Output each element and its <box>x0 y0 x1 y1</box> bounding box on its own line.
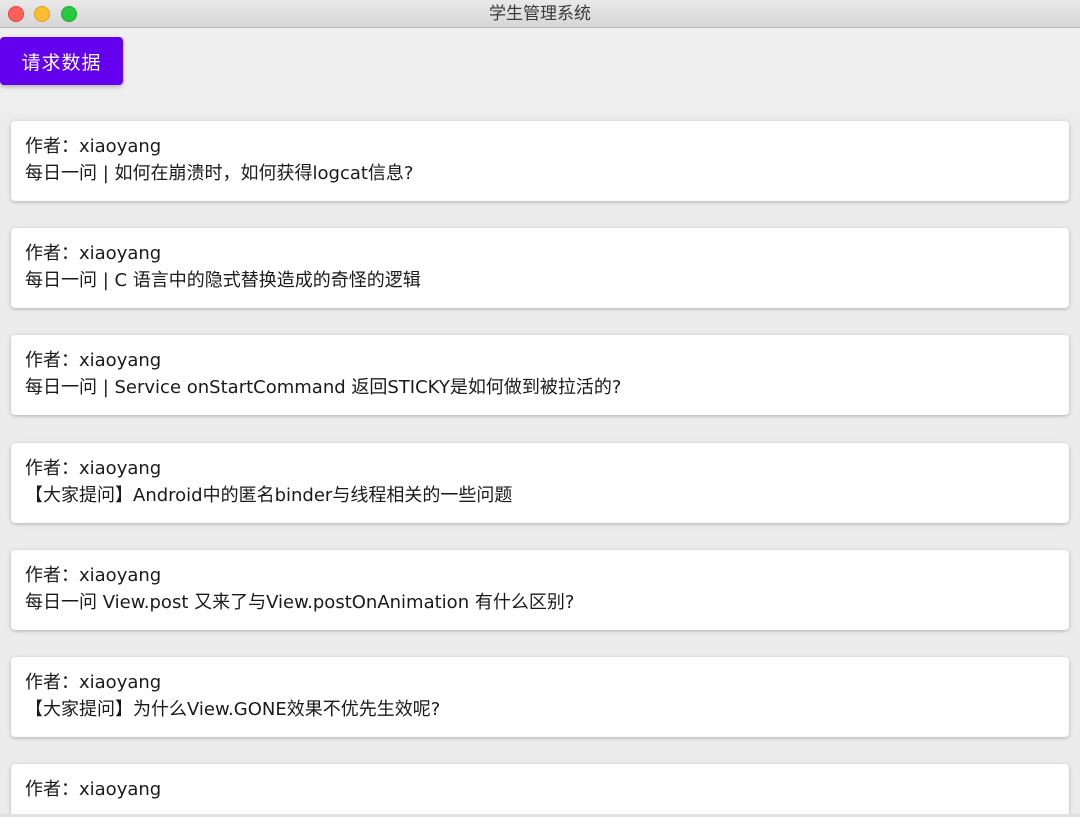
article-title: 每日一问 | Service onStartCommand 返回STICKY是如… <box>25 377 622 398</box>
window-titlebar: 学生管理系统 <box>0 0 1080 28</box>
list-item[interactable]: 作者：xiaoyang 每日一问 | C 语言中的隐式替换造成的奇怪的逻辑 <box>11 228 1069 308</box>
article-title: 【大家提问】Android中的匿名binder与线程相关的一些问题 <box>25 485 513 506</box>
author-label: 作者：xiaoyang <box>25 672 162 693</box>
author-label: 作者：xiaoyang <box>25 350 162 371</box>
list-item[interactable]: 作者：xiaoyang 每日一问 | 如何在崩溃时，如何获得logcat信息? <box>11 121 1069 201</box>
list-item[interactable]: 作者：xiaoyang <box>11 764 1069 817</box>
article-title: 每日一问 View.post 又来了与View.postOnAnimation … <box>25 592 575 613</box>
article-list[interactable]: 作者：xiaoyang 每日一问 | 如何在崩溃时，如何获得logcat信息? … <box>0 114 1080 817</box>
author-label: 作者：xiaoyang <box>25 458 162 479</box>
request-data-button[interactable]: 请求数据 <box>0 37 123 85</box>
list-item[interactable]: 作者：xiaoyang 每日一问 View.post 又来了与View.post… <box>11 550 1069 630</box>
author-label: 作者：xiaoyang <box>25 136 162 157</box>
article-title: 每日一问 | C 语言中的隐式替换造成的奇怪的逻辑 <box>25 270 421 291</box>
toolbar: 请求数据 <box>0 28 1080 114</box>
author-label: 作者：xiaoyang <box>25 243 162 264</box>
author-label: 作者：xiaoyang <box>25 779 162 800</box>
author-label: 作者：xiaoyang <box>25 565 162 586</box>
list-item[interactable]: 作者：xiaoyang 【大家提问】Android中的匿名binder与线程相关… <box>11 443 1069 523</box>
list-item[interactable]: 作者：xiaoyang 【大家提问】为什么View.GONE效果不优先生效呢? <box>11 657 1069 737</box>
article-title: 【大家提问】为什么View.GONE效果不优先生效呢? <box>25 699 441 720</box>
list-item[interactable]: 作者：xiaoyang 每日一问 | Service onStartComman… <box>11 335 1069 415</box>
article-title: 每日一问 | 如何在崩溃时，如何获得logcat信息? <box>25 163 414 184</box>
window-title: 学生管理系统 <box>489 4 591 24</box>
